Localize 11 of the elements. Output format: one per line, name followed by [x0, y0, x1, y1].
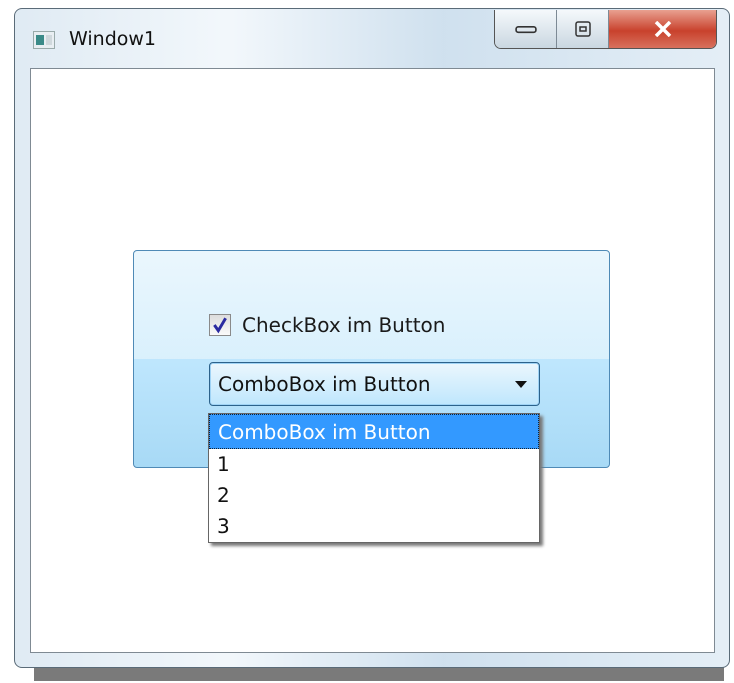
close-button[interactable]	[609, 10, 716, 48]
window-title: Window1	[69, 28, 156, 50]
maximize-button[interactable]	[557, 10, 609, 48]
combo-box[interactable]: ComboBox im Button	[209, 362, 540, 406]
dropdown-option[interactable]: 2	[209, 480, 539, 511]
window-icon	[33, 31, 55, 49]
checkbox[interactable]	[209, 314, 231, 336]
caret-icon	[515, 380, 527, 388]
checkbox-label: CheckBox im Button	[242, 313, 446, 337]
dropdown-option[interactable]: 3	[209, 511, 539, 542]
minimize-button[interactable]	[495, 10, 557, 48]
